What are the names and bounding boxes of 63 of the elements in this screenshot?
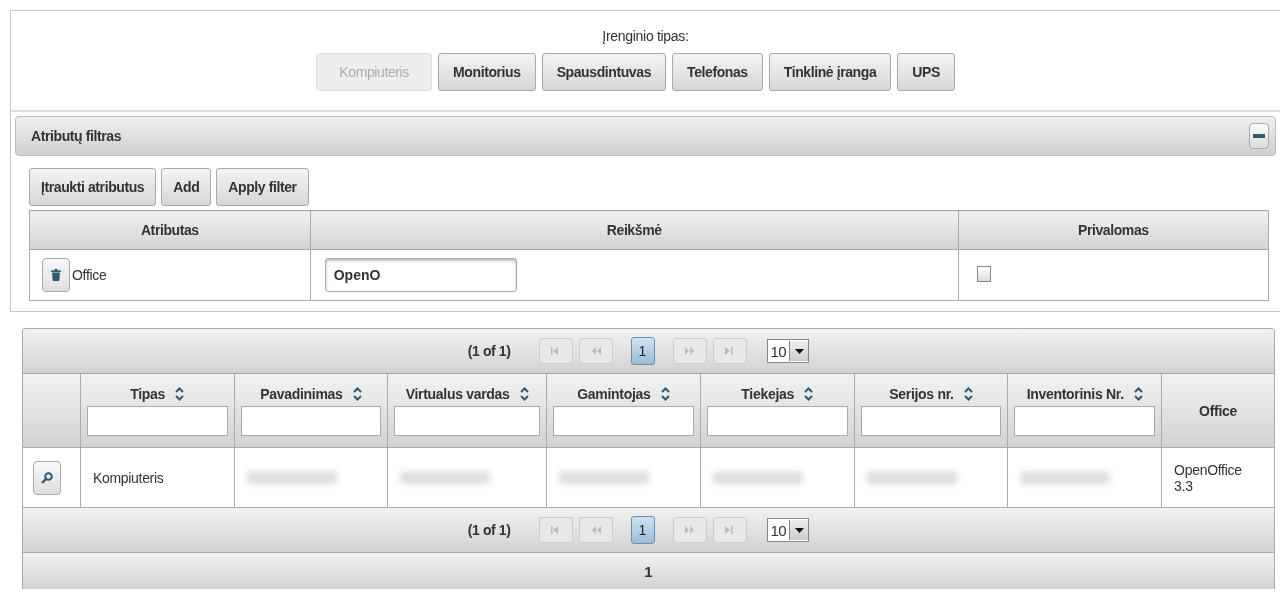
minus-icon [1253, 134, 1265, 138]
column-header[interactable]: Tiekejas [741, 385, 794, 402]
toolbar-button[interactable]: Apply filter [216, 168, 309, 206]
filter-field[interactable] [553, 405, 694, 436]
next-page-icon [684, 526, 695, 534]
device-type-button[interactable]: Tinklinė įranga [768, 53, 892, 91]
required-checkbox[interactable] [976, 265, 991, 282]
sort-icon [660, 386, 670, 401]
page-size-select[interactable]: 10 [766, 339, 810, 363]
trash-icon [51, 269, 61, 281]
column-header: Privalomas [958, 210, 1269, 250]
device-type-button[interactable]: UPS [897, 53, 955, 91]
filter-field[interactable] [706, 405, 848, 436]
value-field[interactable]: OpenO [324, 258, 517, 292]
filter-field[interactable] [240, 405, 382, 436]
sort-icon [519, 386, 529, 401]
column-header: Office [1199, 402, 1237, 419]
toolbar-button[interactable]: Įtraukti atributus [29, 168, 157, 206]
toolbar-button[interactable]: Add [161, 168, 212, 206]
filter-field[interactable] [394, 405, 540, 436]
device-type-button[interactable]: Spausdintuvas [541, 53, 667, 91]
column-header[interactable]: Gamintojas [577, 385, 651, 402]
previous-page-icon [590, 347, 601, 355]
panel-title: Atributų filtras [31, 128, 122, 144]
page-size-select[interactable]: 10 [766, 518, 810, 542]
first-page-icon [550, 347, 561, 355]
filter-field[interactable] [86, 405, 228, 436]
last-page-icon [724, 526, 735, 534]
attribute-name: Office [72, 267, 107, 283]
page-summary: (1 of 1) [467, 343, 511, 359]
first-page-icon [550, 526, 561, 534]
table-cell: Kompiuteris [92, 469, 164, 486]
dropdown-arrow-icon [794, 348, 804, 354]
column-header[interactable]: Pavadinimas [260, 385, 343, 402]
sort-icon [1133, 386, 1143, 401]
device-type-button[interactable]: Telefonas [672, 53, 763, 91]
device-type-button[interactable]: Monitorius [438, 53, 536, 91]
page-button[interactable]: 1 [630, 337, 655, 365]
sort-icon [175, 386, 185, 401]
search-icon [41, 471, 53, 484]
next-page-icon [684, 347, 695, 355]
column-header: Reikšmė [310, 210, 959, 250]
column-header[interactable]: Virtualus vardas [405, 385, 510, 402]
device-type-label: Įrenginio tipas: [602, 28, 689, 44]
page-number: 1 [644, 562, 653, 580]
column-header[interactable]: Serijos nr. [889, 385, 954, 402]
sort-icon [803, 386, 813, 401]
last-page-icon [724, 347, 735, 355]
page-button[interactable]: 1 [630, 516, 655, 544]
column-header[interactable]: Tipas [130, 385, 166, 402]
filter-field[interactable] [860, 405, 1002, 436]
dropdown-arrow-icon [794, 527, 804, 533]
sort-icon [963, 386, 973, 401]
delete-button[interactable] [42, 258, 70, 292]
column-header[interactable]: Inventorinis Nr. [1026, 385, 1124, 402]
view-button[interactable] [33, 460, 61, 495]
column-header: Atributas [29, 210, 311, 250]
table-cell: OpenOffice 3.3 [1174, 461, 1242, 494]
previous-page-icon [590, 526, 601, 534]
sort-icon [352, 386, 362, 401]
page-summary: (1 of 1) [467, 522, 511, 538]
collapse-button[interactable] [1249, 123, 1269, 149]
filter-field[interactable] [1014, 405, 1156, 436]
